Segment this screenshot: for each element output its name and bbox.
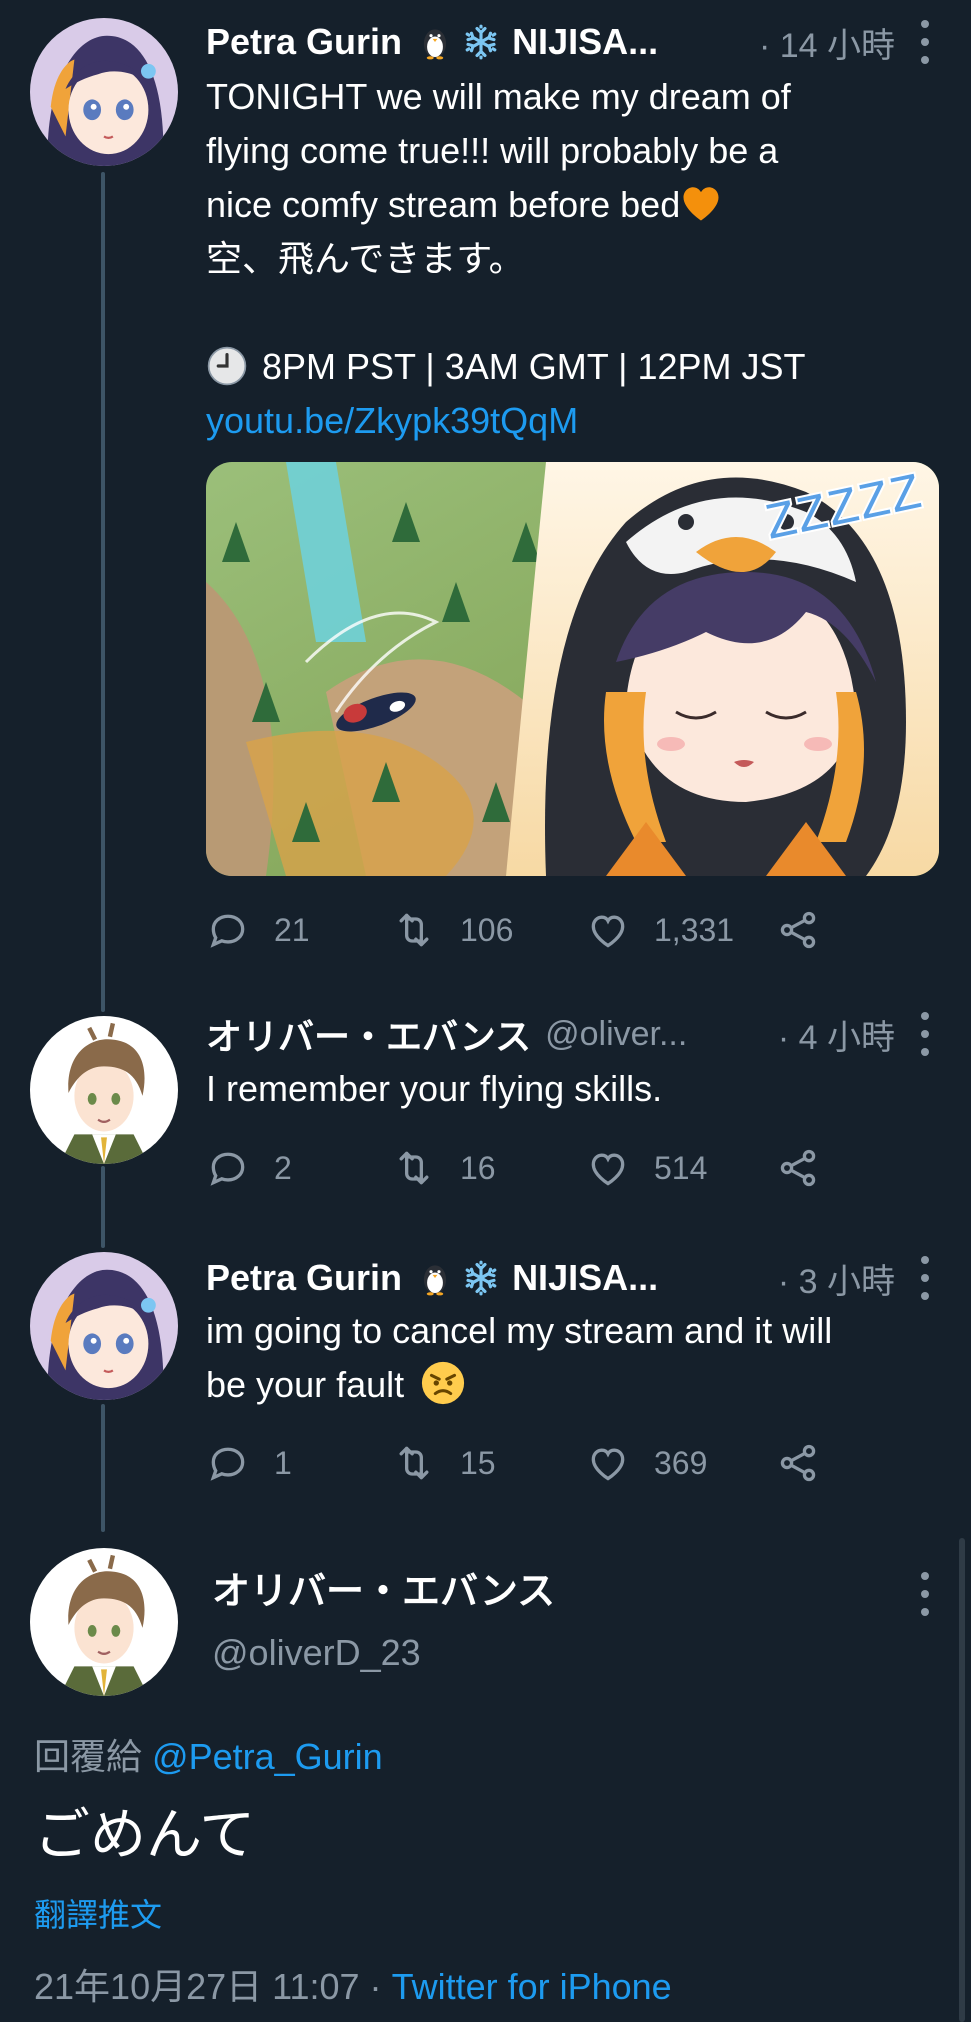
author-name[interactable]: オリバー・エバンス (206, 1008, 531, 1060)
retweet-count: 106 (460, 911, 514, 948)
clock-icon (207, 347, 247, 386)
more-icon[interactable] (919, 1256, 931, 1300)
reply-count: 2 (274, 1149, 292, 1186)
reply-button[interactable]: 1 (206, 1441, 392, 1485)
author-name[interactable]: Petra Gurin (206, 1257, 402, 1299)
stream-thumbnail: ZZZZZ (206, 462, 939, 876)
tweet-line-text: 8PM PST | 3AM GMT | 12PM JST (262, 346, 806, 387)
thread-line (101, 1166, 105, 1248)
tweet-line-with-heart: nice comfy stream before bed (206, 178, 931, 232)
retweet-button[interactable]: 106 (392, 908, 586, 952)
tweet-body: im going to cancel my stream and it will… (206, 1304, 931, 1412)
thread-line (101, 1404, 105, 1532)
reply-prefix: 回覆給 (34, 1736, 143, 1777)
like-count: 369 (654, 1444, 708, 1481)
reply-count: 21 (274, 911, 310, 948)
share-icon (776, 908, 820, 952)
reply-count: 1 (274, 1444, 292, 1481)
main-tweet-text: ごめんて (34, 1803, 256, 1866)
retweet-icon (392, 1441, 436, 1485)
tweet-line: TONIGHT we will make my dream of (206, 76, 791, 117)
like-icon (586, 1146, 630, 1190)
reply-mention-link[interactable]: @Petra_Gurin (152, 1736, 383, 1777)
penguin-icon (416, 23, 454, 61)
reply-icon (206, 908, 250, 952)
main-author-handle[interactable]: @oliverD_23 (212, 1632, 421, 1674)
like-icon (586, 1441, 630, 1485)
tweet-schedule-line: 8PM PST | 3AM GMT | 12PM JST (206, 340, 931, 394)
retweet-icon (392, 1146, 436, 1190)
reply-icon (206, 1441, 250, 1485)
author-name-suffix[interactable]: NIJISA... (512, 1257, 658, 1299)
tweet-media-image[interactable]: ZZZZZ (206, 462, 939, 876)
tweet-time[interactable]: · 14 小時 (747, 18, 895, 67)
like-count: 1,331 (654, 911, 735, 948)
like-button[interactable]: 1,331 (586, 908, 776, 952)
thread-line (101, 172, 105, 1012)
petra-avatar-image (30, 1252, 178, 1400)
retweet-icon (392, 908, 436, 952)
snowflake-icon (462, 1259, 500, 1297)
oliver-avatar-image (30, 1016, 178, 1164)
petra-avatar-image (30, 18, 178, 166)
penguin-icon (416, 1259, 454, 1297)
tweet-header: Petra Gurin NIJISA... · 3 小時 (206, 1254, 951, 1302)
reply-button[interactable]: 21 (206, 908, 392, 952)
tweet-actions: 21 106 1,331 (206, 905, 844, 955)
tweet-body: TONIGHT we will make my dream of flying … (206, 70, 931, 448)
tweet-timestamp[interactable]: 21年10月27日 11:07 · (34, 1966, 382, 2007)
main-author-name[interactable]: オリバー・エバンス (212, 1560, 555, 1615)
author-handle[interactable]: @oliver... (545, 1015, 687, 1054)
tweet-line-text: be your fault (206, 1364, 405, 1405)
tweet-thread-page: Petra Gurin NIJISA... · 14 小時 TONIGHT we… (0, 0, 971, 2022)
tweet-actions: 2 16 514 (206, 1143, 844, 1193)
translate-tweet-link[interactable]: 翻譯推文 (34, 1890, 162, 1936)
share-button[interactable] (776, 1441, 844, 1485)
tweet-header: Petra Gurin NIJISA... · 14 小時 (206, 18, 951, 66)
retweet-button[interactable]: 15 (392, 1441, 586, 1485)
avatar[interactable] (30, 18, 178, 166)
avatar[interactable] (30, 1016, 178, 1164)
tweet-line: 空、飛んできます。 (206, 238, 525, 279)
avatar[interactable] (30, 1548, 178, 1696)
tweet-link[interactable]: youtu.be/Zkypk39tQqM (206, 400, 578, 441)
share-button[interactable] (776, 1146, 844, 1190)
tweet-body: I remember your flying skills. (206, 1068, 663, 1109)
tweet-header: オリバー・エバンス @oliver... · 4 小時 (206, 1010, 951, 1058)
tweet-time[interactable]: · 3 小時 (766, 1254, 895, 1303)
retweet-button[interactable]: 16 (392, 1146, 586, 1190)
tweet-source-link[interactable]: Twitter for iPhone (392, 1966, 672, 2007)
share-icon (776, 1146, 820, 1190)
share-button[interactable] (776, 908, 844, 952)
more-icon[interactable] (919, 20, 931, 64)
scrollbar[interactable] (959, 1538, 965, 2022)
tweet-line-with-emoji: be your fault (206, 1358, 931, 1412)
tweet-line-text: nice comfy stream before bed (206, 184, 681, 225)
tweet-line: im going to cancel my stream and it will (206, 1310, 833, 1351)
oliver-avatar-image (30, 1548, 178, 1696)
reply-button[interactable]: 2 (206, 1146, 392, 1190)
retweet-count: 15 (460, 1444, 496, 1481)
more-icon[interactable] (919, 1572, 931, 1616)
angry-face-icon (422, 1362, 465, 1405)
more-icon[interactable] (919, 1012, 931, 1056)
like-button[interactable]: 369 (586, 1441, 776, 1485)
author-name[interactable]: Petra Gurin (206, 21, 402, 63)
tweet-meta: 21年10月27日 11:07 · Twitter for iPhone (34, 1958, 672, 2010)
share-icon (776, 1441, 820, 1485)
orange-heart-icon (683, 187, 719, 221)
tweet-actions: 1 15 369 (206, 1438, 844, 1488)
retweet-count: 16 (460, 1149, 496, 1186)
like-icon (586, 908, 630, 952)
like-button[interactable]: 514 (586, 1146, 776, 1190)
tweet-line: flying come true!!! will probably be a (206, 130, 779, 171)
tweet-time[interactable]: · 4 小時 (766, 1010, 895, 1059)
like-count: 514 (654, 1149, 708, 1186)
replying-to: 回覆給 @Petra_Gurin (34, 1728, 383, 1780)
snowflake-icon (462, 23, 500, 61)
avatar[interactable] (30, 1252, 178, 1400)
author-name-suffix[interactable]: NIJISA... (512, 21, 658, 63)
reply-icon (206, 1146, 250, 1190)
